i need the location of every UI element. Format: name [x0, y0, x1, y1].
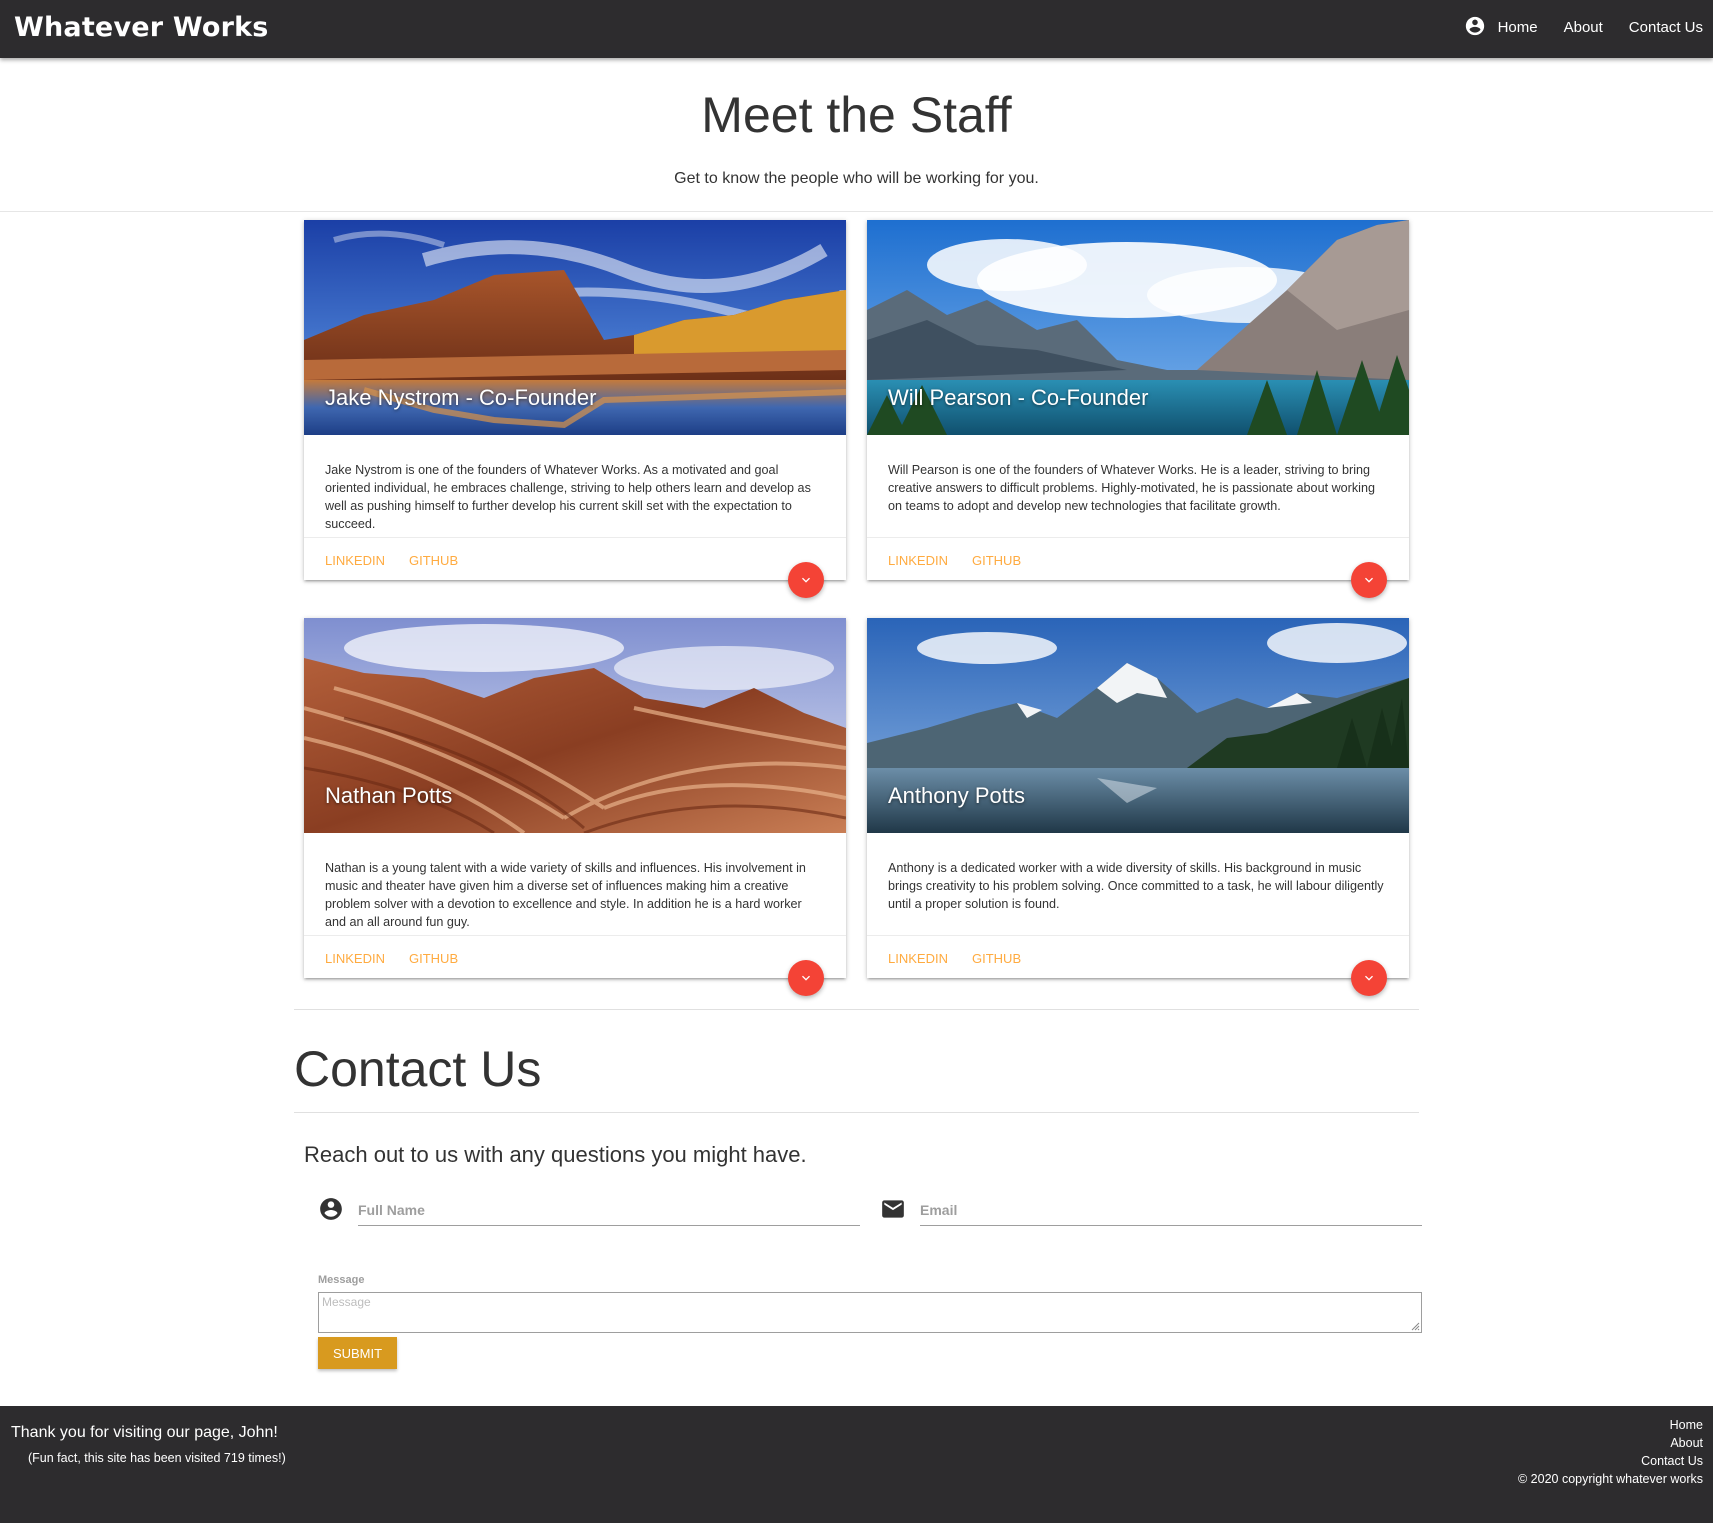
expand-button[interactable]	[1351, 562, 1387, 598]
footer: Thank you for visiting our page, John! (…	[0, 1406, 1713, 1523]
staff-card-bio: Nathan is a young talent with a wide var…	[325, 861, 806, 929]
resize-handle-icon[interactable]	[1410, 1321, 1420, 1331]
staff-card-image: Anthony Potts	[867, 618, 1409, 833]
staff-card-image: Will Pearson - Co-Founder	[867, 220, 1409, 435]
footer-fun-fact: (Fun fact, this site has been visited 71…	[28, 1451, 286, 1465]
staff-card-bio: Anthony is a dedicated worker with a wid…	[888, 861, 1384, 911]
staff-card-jake: Jake Nystrom - Co-Founder Jake Nystrom i…	[304, 220, 846, 598]
contact-title: Contact Us	[294, 1041, 542, 1097]
staff-card-actions: LINKEDIN GITHUB	[867, 537, 1409, 580]
staff-card-bio: Jake Nystrom is one of the founders of W…	[325, 463, 811, 531]
brand-logo[interactable]: Whatever Works	[14, 12, 269, 43]
nav-link-home[interactable]: Home	[1498, 19, 1538, 36]
footer-copyright: © 2020 copyright whatever works	[1518, 1472, 1703, 1486]
expand-button[interactable]	[788, 562, 824, 598]
nav-links: Home About Contact Us	[1464, 15, 1703, 37]
section-divider	[294, 1009, 1419, 1010]
chevron-down-icon	[1365, 975, 1373, 981]
submit-button[interactable]: SUBMIT	[318, 1337, 397, 1369]
nav-link-about[interactable]: About	[1564, 19, 1603, 36]
staff-card-image: Nathan Potts	[304, 618, 846, 833]
staff-card-anthony: Anthony Potts Anthony is a dedicated wor…	[867, 618, 1409, 996]
linkedin-link[interactable]: LINKEDIN	[325, 951, 385, 966]
email-input[interactable]	[920, 1194, 1422, 1226]
footer-links: Home About Contact Us © 2020 copyright w…	[1518, 1416, 1703, 1488]
hero-divider	[0, 211, 1713, 212]
message-label: Message	[318, 1274, 365, 1286]
account-circle-icon	[320, 1198, 342, 1220]
staff-card-actions: LINKEDIN GITHUB	[304, 537, 846, 580]
footer-link-about[interactable]: About	[1518, 1434, 1703, 1452]
github-link[interactable]: GITHUB	[972, 951, 1021, 966]
email-icon	[882, 1200, 904, 1218]
page-subtitle: Get to know the people who will be worki…	[674, 170, 1039, 187]
full-name-input[interactable]	[358, 1194, 860, 1226]
expand-button[interactable]	[788, 960, 824, 996]
github-link[interactable]: GITHUB	[409, 951, 458, 966]
linkedin-link[interactable]: LINKEDIN	[325, 553, 385, 568]
staff-card-title: Jake Nystrom - Co-Founder	[325, 385, 597, 410]
staff-card-will: Will Pearson - Co-Founder Will Pearson i…	[867, 220, 1409, 598]
page-title: Meet the Staff	[701, 87, 1012, 143]
message-textarea[interactable]	[318, 1292, 1422, 1333]
chevron-down-icon	[1365, 577, 1373, 583]
staff-card-nathan: Nathan Potts Nathan is a young talent wi…	[304, 618, 846, 996]
footer-link-home[interactable]: Home	[1518, 1416, 1703, 1434]
staff-card-actions: LINKEDIN GITHUB	[867, 935, 1409, 978]
staff-card-title: Nathan Potts	[325, 783, 453, 808]
staff-card-actions: LINKEDIN GITHUB	[304, 935, 846, 978]
github-link[interactable]: GITHUB	[409, 553, 458, 568]
nav-link-contact[interactable]: Contact Us	[1629, 19, 1703, 36]
contact-title-divider	[294, 1112, 1419, 1113]
account-circle-icon[interactable]	[1464, 15, 1486, 37]
chevron-down-icon	[802, 975, 810, 981]
github-link[interactable]: GITHUB	[972, 553, 1021, 568]
staff-card-title: Will Pearson - Co-Founder	[888, 385, 1149, 410]
staff-card-title: Anthony Potts	[888, 783, 1025, 808]
footer-thanks: Thank you for visiting our page, John!	[11, 1424, 278, 1441]
staff-card-bio: Will Pearson is one of the founders of W…	[888, 463, 1375, 513]
expand-button[interactable]	[1351, 960, 1387, 996]
linkedin-link[interactable]: LINKEDIN	[888, 951, 948, 966]
chevron-down-icon	[802, 577, 810, 583]
contact-subtitle: Reach out to us with any questions you m…	[304, 1142, 807, 1167]
navbar: Whatever Works Home About Contact Us	[0, 0, 1713, 58]
linkedin-link[interactable]: LINKEDIN	[888, 553, 948, 568]
staff-card-image: Jake Nystrom - Co-Founder	[304, 220, 846, 435]
footer-link-contact[interactable]: Contact Us	[1518, 1452, 1703, 1470]
